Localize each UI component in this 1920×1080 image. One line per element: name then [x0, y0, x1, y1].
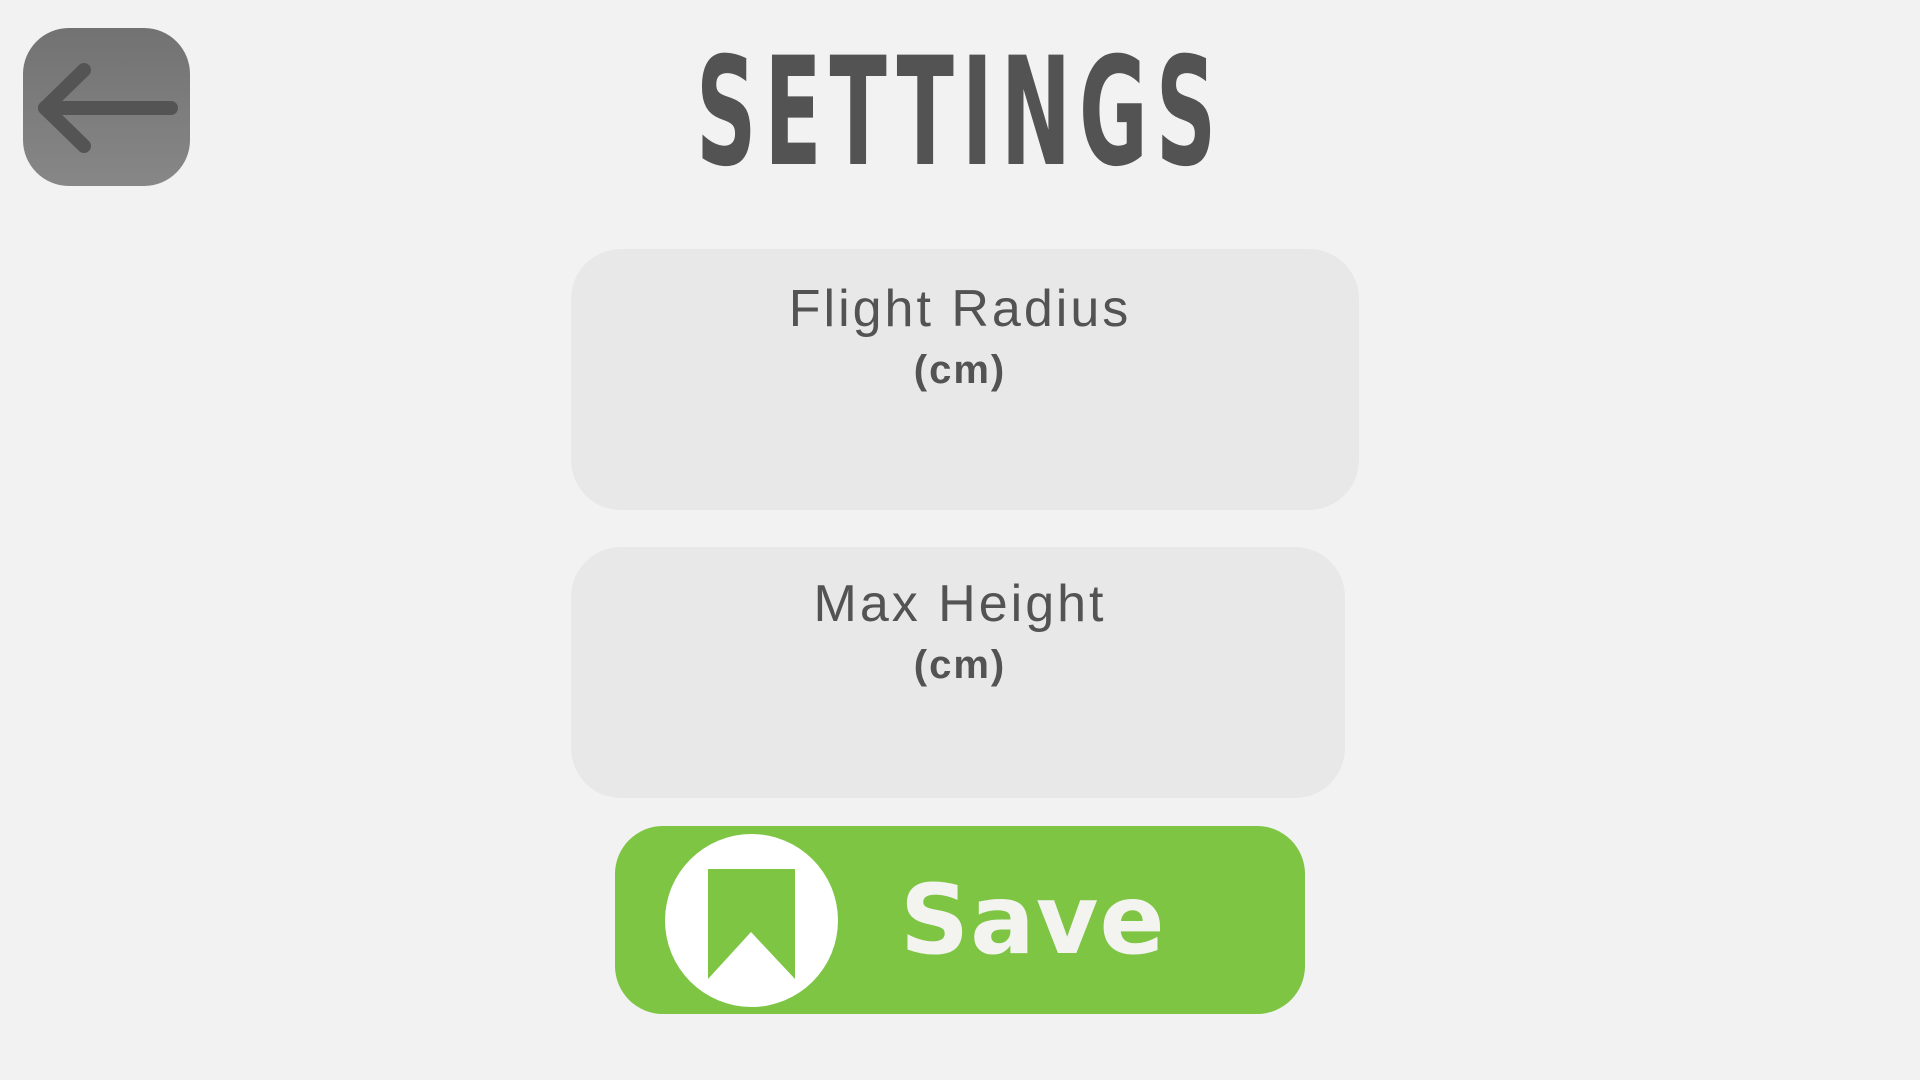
max-height-label: Max Height — [813, 575, 1107, 633]
back-button[interactable] — [23, 28, 190, 186]
save-button-label: Save — [900, 864, 1166, 976]
page-title: SETTINGS — [695, 26, 1225, 200]
arrow-left-icon — [38, 63, 178, 153]
save-button[interactable]: Save — [615, 826, 1305, 1014]
flight-radius-unit: (cm) — [913, 348, 1007, 392]
flight-radius-label: Flight Radius — [788, 280, 1132, 338]
save-icon-badge — [665, 834, 838, 1007]
bookmark-icon — [708, 869, 795, 979]
max-height-unit: (cm) — [913, 643, 1007, 687]
